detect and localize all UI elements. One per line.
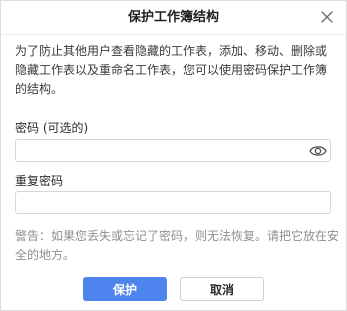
close-icon[interactable] [320, 10, 334, 24]
protect-workbook-dialog: 保护工作簿结构 为了防止其他用户查看隐藏的工作表，添加、移动、删除或隐藏工作表以… [0, 0, 347, 311]
dialog-title: 保护工作簿结构 [127, 10, 219, 25]
dialog-description: 为了防止其他用户查看隐藏的工作表，添加、移动、删除或隐藏工作表以及重命名工作表，… [15, 44, 328, 96]
password-input[interactable] [16, 140, 296, 162]
confirm-password-label: 重复密码 [15, 174, 64, 188]
confirm-password-input[interactable] [16, 192, 296, 214]
protect-button[interactable]: 保护 [83, 277, 167, 301]
password-field-container [15, 139, 331, 162]
header-divider [1, 34, 346, 35]
confirm-password-field-container [15, 191, 331, 214]
eye-icon[interactable] [309, 143, 327, 157]
password-label: 密码 (可选的) [15, 121, 89, 135]
cancel-button[interactable]: 取消 [180, 277, 264, 301]
warning-text: 警告：如果您丢失或忘记了密码，则无法恢复。请把它放在安全的地方。 [15, 229, 340, 262]
